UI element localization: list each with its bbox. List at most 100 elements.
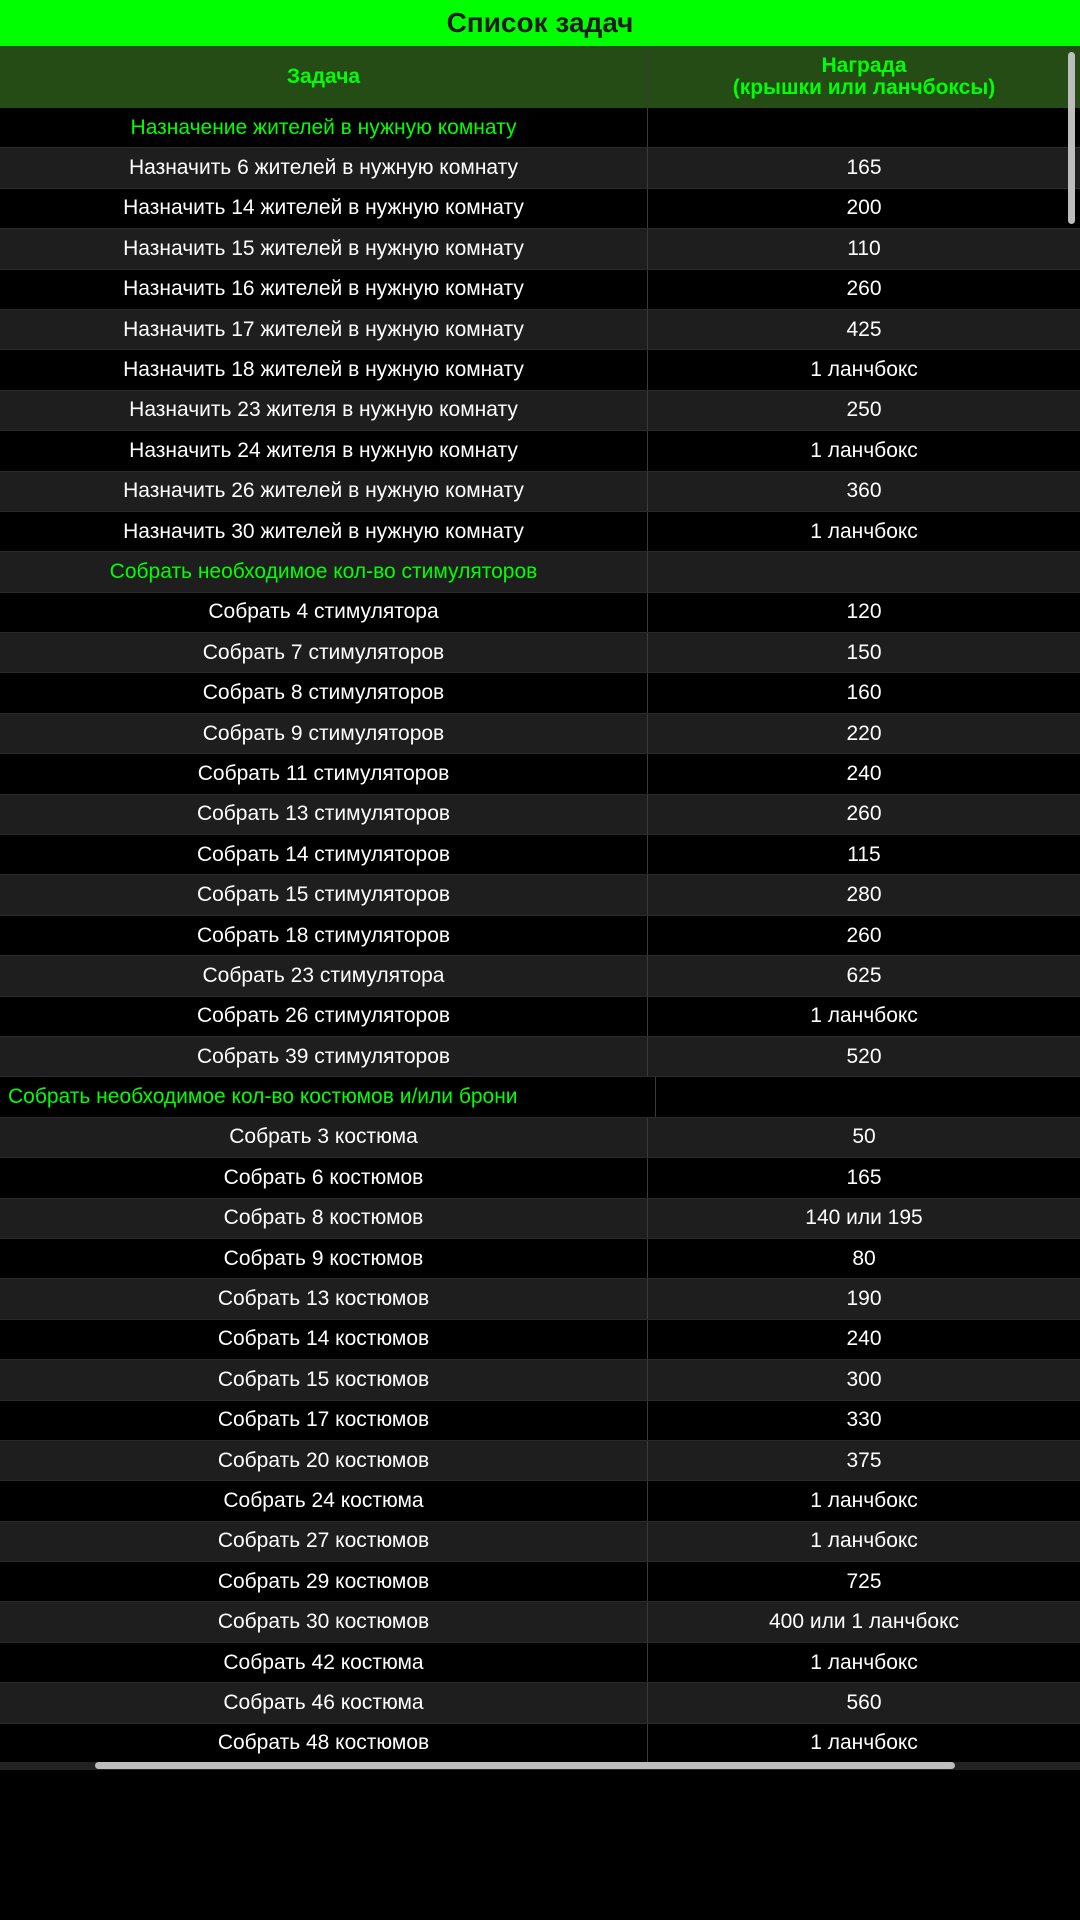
table-row: Собрать 14 костюмов 240	[0, 1319, 1080, 1361]
vertical-scrollbar[interactable]	[1068, 52, 1075, 224]
table-row: Собрать 7 стимуляторов 150	[0, 633, 1080, 674]
section-title: Собрать необходимое кол-во стимуляторов	[0, 552, 648, 592]
table-row: Назначить 6 жителей в нужную комнату 165	[0, 148, 1080, 189]
section-title: Назначение жителей в нужную комнату	[0, 108, 648, 148]
table-row: Собрать 26 стимуляторов 1 ланчбокс	[0, 996, 1080, 1037]
column-header-reward: Награда (крышки или ланчбоксы)	[648, 46, 1080, 108]
task-cell: Собрать 23 стимулятора	[0, 956, 648, 996]
task-cell: Собрать 20 костюмов	[0, 1440, 648, 1481]
reward-cell: 1 ланчбокс	[810, 1529, 918, 1553]
reward-cell: 400 или 1 ланчбокс	[768, 1610, 960, 1634]
reward-cell: 300	[846, 1367, 882, 1391]
task-cell: Собрать 13 костюмов	[0, 1279, 648, 1319]
table-row: Собрать 3 костюма 50	[0, 1117, 1080, 1159]
table-row: Назначить 16 жителей в нужную комнату 260	[0, 269, 1080, 310]
reward-cell: 1 ланчбокс	[810, 1488, 918, 1512]
reward-cell: 1 ланчбокс	[810, 1731, 918, 1755]
task-cell: Собрать 24 костюма	[0, 1481, 648, 1521]
task-cell: Собрать 11 стимуляторов	[0, 754, 648, 794]
reward-cell: 330	[846, 1408, 882, 1432]
table-row: Собрать 39 стимуляторов 520	[0, 1036, 1080, 1078]
task-cell: Собрать 14 костюмов	[0, 1319, 648, 1360]
table-row: Собрать 8 костюмов 140 или 195	[0, 1198, 1080, 1239]
reward-cell	[648, 552, 1080, 591]
task-cell: Назначить 23 жителя в нужную комнату	[0, 390, 648, 431]
task-cell: Собрать 6 костюмов	[0, 1158, 648, 1198]
table-row: Собрать 6 костюмов 165	[0, 1158, 1080, 1199]
table-row: Собрать 14 стимуляторов 115	[0, 835, 1080, 876]
task-cell: Собрать 27 костюмов	[0, 1521, 648, 1562]
reward-cell: 625	[846, 963, 882, 987]
horizontal-scrollbar[interactable]	[95, 1762, 955, 1769]
table-row: Собрать 29 костюмов 725	[0, 1562, 1080, 1603]
task-cell: Собрать 48 костюмов	[0, 1723, 648, 1762]
task-cell: Назначить 24 жителя в нужную комнату	[0, 431, 648, 471]
table-row: Собрать 23 стимулятора 625	[0, 956, 1080, 997]
task-cell: Собрать 17 костюмов	[0, 1400, 648, 1440]
reward-cell: 250	[846, 398, 882, 422]
column-header-reward-line1: Награда	[821, 54, 907, 77]
table-row: Собрать 15 костюмов 300	[0, 1360, 1080, 1401]
reward-cell: 260	[846, 277, 882, 301]
task-cell: Собрать 4 стимулятора	[0, 592, 648, 633]
reward-cell: 1 ланчбокс	[810, 358, 918, 382]
table-row: Собрать 4 стимулятора 120	[0, 592, 1080, 634]
task-cell: Собрать 29 костюмов	[0, 1562, 648, 1602]
task-cell: Собрать 15 костюмов	[0, 1360, 648, 1400]
task-cell: Собрать 7 стимуляторов	[0, 633, 648, 673]
task-cell: Собрать 8 стимуляторов	[0, 673, 648, 713]
section-title: Собрать необходимое кол-во костюмов и/ил…	[0, 1077, 656, 1117]
task-cell: Собрать 8 костюмов	[0, 1198, 648, 1238]
task-cell: Назначить 17 жителей в нужную комнату	[0, 309, 648, 350]
table-row: Собрать 17 костюмов 330	[0, 1400, 1080, 1441]
task-cell: Назначить 15 жителей в нужную комнату	[0, 229, 648, 269]
table-row: Собрать 20 костюмов 375	[0, 1440, 1080, 1482]
reward-cell: 140 или 195	[805, 1206, 923, 1230]
reward-cell: 1 ланчбокс	[810, 519, 918, 543]
reward-cell: 190	[846, 1287, 882, 1311]
task-table[interactable]: Задача Награда (крышки или ланчбоксы) На…	[0, 46, 1080, 1762]
table-row: Назначить 24 жителя в нужную комнату 1 ла…	[0, 431, 1080, 472]
section-header-row: Назначение жителей в нужную комнату	[0, 108, 1080, 149]
task-cell: Собрать 3 костюма	[0, 1117, 648, 1158]
reward-cell: 120	[846, 600, 882, 624]
table-row: Собрать 13 стимуляторов 260	[0, 794, 1080, 836]
reward-cell: 520	[846, 1044, 882, 1068]
reward-cell: 1 ланчбокс	[810, 438, 918, 462]
task-cell: Назначить 18 жителей в нужную комнату	[0, 350, 648, 390]
reward-cell: 220	[846, 721, 882, 745]
reward-cell: 110	[847, 236, 881, 260]
task-cell: Назначить 6 жителей в нужную комнату	[0, 148, 648, 188]
task-cell: Собрать 39 стимуляторов	[0, 1036, 648, 1077]
table-row: Назначить 30 жителей в нужную комнату 1 л…	[0, 511, 1080, 553]
section-header-row: Собрать необходимое кол-во костюмов и/ил…	[0, 1077, 1080, 1118]
table-row: Собрать 48 костюмов 1 ланчбокс	[0, 1723, 1080, 1762]
reward-cell: 165	[846, 156, 882, 180]
table-row: Собрать 42 костюма 1 ланчбокс	[0, 1642, 1080, 1684]
task-cell: Собрать 26 стимуляторов	[0, 996, 648, 1036]
task-cell: Собрать 30 костюмов	[0, 1602, 648, 1642]
reward-cell: 160	[846, 681, 882, 705]
reward-cell: 50	[852, 1125, 876, 1149]
column-header-reward-line2: (крышки или ланчбоксы)	[732, 76, 996, 99]
reward-cell: 200	[846, 196, 882, 220]
task-cell: Назначить 14 жителей в нужную комнату	[0, 188, 648, 229]
table-row: Назначить 17 жителей в нужную комнату 425	[0, 309, 1080, 351]
table-row: Собрать 18 стимуляторов 260	[0, 915, 1080, 957]
table-row: Собрать 11 стимуляторов 240	[0, 754, 1080, 795]
reward-cell: 240	[846, 1327, 882, 1351]
task-cell: Назначить 30 жителей в нужную комнату	[0, 511, 648, 552]
task-cell: Собрать 46 костюма	[0, 1683, 648, 1723]
reward-cell: 240	[846, 761, 882, 785]
task-cell: Собрать 18 стимуляторов	[0, 915, 648, 956]
task-cell: Собрать 15 стимуляторов	[0, 875, 648, 915]
table-row: Собрать 15 стимуляторов 280	[0, 875, 1080, 916]
task-cell: Назначить 16 жителей в нужную комнату	[0, 269, 648, 309]
table-row: Назначить 23 жителя в нужную комнату 250	[0, 390, 1080, 432]
table-row: Назначить 26 жителей в нужную комнату 360	[0, 471, 1080, 512]
table-row: Собрать 13 костюмов 190	[0, 1279, 1080, 1320]
task-cell: Собрать 9 стимуляторов	[0, 713, 648, 754]
task-cell: Собрать 9 костюмов	[0, 1238, 648, 1279]
table-row: Назначить 15 жителей в нужную комнату 110	[0, 229, 1080, 270]
reward-cell: 725	[846, 1569, 882, 1593]
